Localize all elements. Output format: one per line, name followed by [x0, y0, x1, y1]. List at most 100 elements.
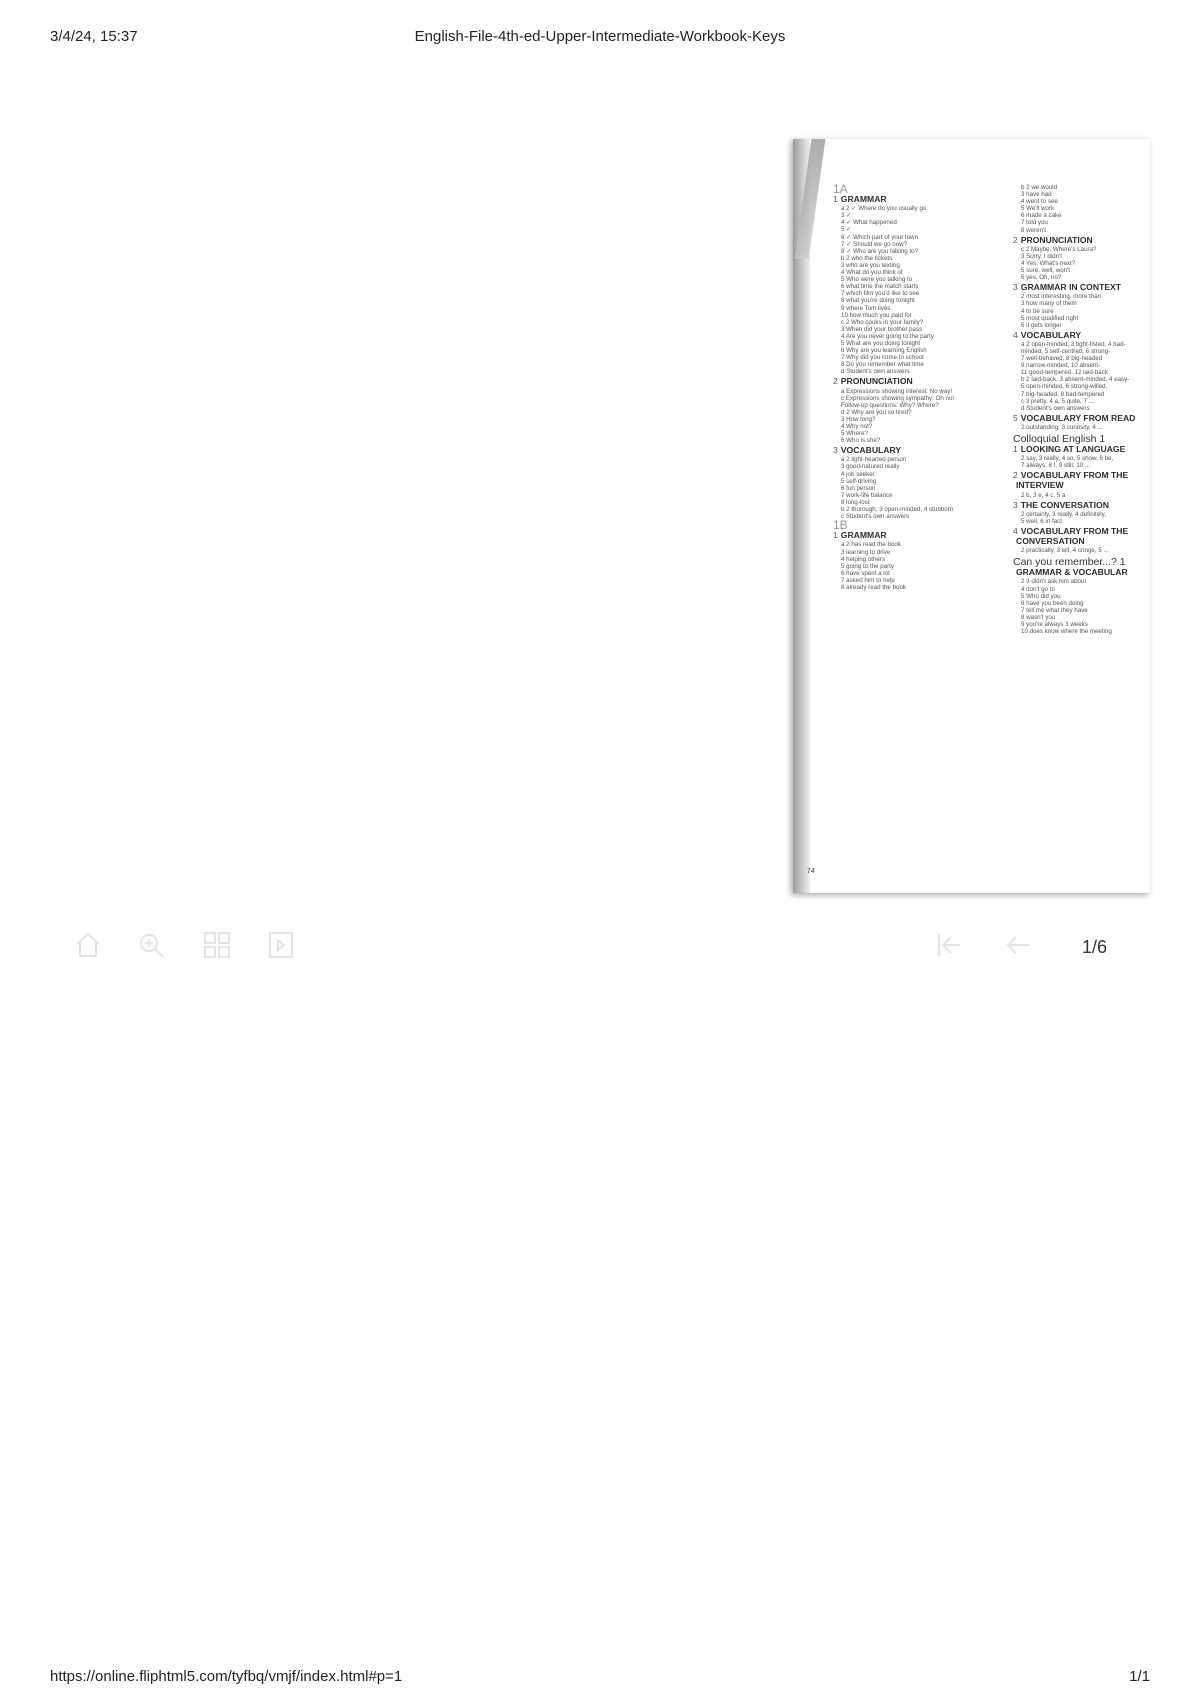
answer-line: 5 Who were you talking to — [841, 276, 913, 284]
first-page-icon[interactable] — [934, 930, 964, 960]
answer-line: 2 outstanding, 3 curiosity, 4 ... — [1021, 423, 1103, 431]
answer-line: 4 ✓ What happened — [841, 219, 897, 227]
answer-line: 4 don't go to — [1021, 585, 1055, 593]
answer-line: 6 have spent a lot — [841, 569, 890, 577]
unit-heading: 1B — [833, 518, 848, 533]
answer-line: 5 sure, well, won't — [1021, 267, 1070, 275]
section-heading: 3 GRAMMAR IN CONTEXT — [1013, 282, 1150, 293]
section-number: 2 — [1013, 234, 1018, 245]
answer-line: 2 most interesting, more than — [1021, 293, 1102, 301]
answer-line: 11 good-tempered, 12 laid-back — [1021, 369, 1108, 377]
answer-line: a Expressions showing interest: No way! — [841, 387, 953, 395]
answer-line: a 2 light-hearted person — [841, 456, 907, 464]
answer-line: b 2 thorough, 3 open-minded, 4 stubborn — [841, 506, 954, 514]
answer-line: 5 What are you doing tonight — [841, 339, 921, 347]
play-icon[interactable] — [266, 930, 296, 960]
answer-line: 3 learning to drive — [841, 548, 891, 556]
section-title: VOCABULARY FROM READ — [1020, 412, 1136, 423]
answer-line: 6 fun person — [841, 484, 876, 492]
answer-line: a 2 has read the book — [841, 541, 901, 549]
answer-line: d 2 Why are you so tired? — [841, 408, 912, 416]
left-column: 1A 1 GRAMMAR a 2 ✓ Where do you usually go 3… — [833, 182, 1013, 591]
section-title: GRAMMAR IN CONTEXT — [1020, 282, 1122, 293]
section-title: INTERVIEW — [1016, 480, 1064, 491]
answer-line: 8 Do you remember what time — [841, 361, 924, 369]
print-page-count: 1/1 — [1129, 1668, 1150, 1685]
answer-line: 6 made a cake — [1021, 212, 1062, 220]
answer-line: 7 well-behaved, 8 big-headed — [1021, 355, 1103, 363]
section-heading: 1 LOOKING AT LANGUAGE — [1013, 444, 1150, 455]
section-title: VOCABULARY — [1020, 329, 1082, 340]
answer-line: 3 good-natured really — [841, 463, 900, 471]
viewer-toolbar: 1/6 — [0, 920, 1200, 970]
answer-line: 2 certainly, 3 really, 4 definitely, — [1021, 510, 1106, 518]
section-title: LOOKING AT LANGUAGE — [1020, 444, 1126, 455]
book-page-thumbnail[interactable]: 1A 1 GRAMMAR a 2 ✓ Where do you usually go 3… — [793, 139, 1150, 893]
section-number: 4 — [1013, 525, 1018, 536]
answer-line: 3 how many of them — [1021, 300, 1077, 308]
answer-line: 8 what you're doing tonight — [841, 297, 915, 305]
answer-line: 6 Why are you learning English — [841, 347, 927, 355]
answer-line: 4 What do you think of — [841, 269, 903, 277]
right-column: b 2 we would 3 have had 4 went to see 5 We'… — [1013, 184, 1150, 635]
answer-line: 5 Who did you — [1021, 592, 1061, 600]
answer-line: 8 wasn't you — [1021, 613, 1056, 621]
answer-line: 3 have had — [1021, 191, 1052, 199]
answer-line: b 2 laid-back, 3 absent-minded, 4 easy- — [1021, 376, 1130, 384]
answer-line: 2 practically, 3 wit, 4 cringe, 5 ... — [1021, 547, 1109, 555]
answer-line: 10 does know where the meeting — [1021, 628, 1112, 636]
section-heading: 4 VOCABULARY FROM THE — [1013, 525, 1150, 536]
section-title: VOCABULARY — [840, 445, 902, 456]
section-number: 1 — [833, 194, 838, 205]
answer-line: 4 job seeker — [841, 470, 875, 478]
answer-line: 6 ✓ Which part of your town — [841, 233, 919, 241]
section-heading: 4 VOCABULARY — [1013, 329, 1150, 340]
answer-line: c Expressions showing sympathy: Oh no! — [841, 394, 955, 402]
answer-line: c 2 Who cooks in your family? — [841, 318, 924, 326]
part-heading: Can you remember...? 1 — [1013, 556, 1126, 569]
answer-line: 7 asked him to help — [841, 576, 895, 584]
grid-icon[interactable] — [202, 930, 232, 960]
answer-line: 10 how much you paid for — [841, 311, 912, 319]
zoom-in-icon[interactable] — [136, 930, 166, 960]
answer-line: 5 self-driving — [841, 477, 877, 485]
document-title: English-File-4th-ed-Upper-Intermediate-W… — [414, 28, 786, 45]
answer-line: 4 to be sure — [1021, 307, 1054, 315]
page-url: https://online.fliphtml5.com/tyfbq/vmjf/… — [50, 1668, 403, 1685]
answer-line: 6 Who is she? — [841, 437, 881, 445]
answer-line: Follow-up questions: Why? Where? — [841, 401, 939, 409]
answer-line: 7 Why did you come to school — [841, 354, 924, 362]
section-number: 3 — [1013, 282, 1018, 293]
section-number: 4 — [1013, 329, 1018, 340]
answer-line: 3 ✓ — [841, 212, 852, 220]
answer-line: 2 b, 3 e, 4 c, 5 a — [1021, 491, 1066, 499]
section-title: CONVERSATION — [1016, 536, 1085, 547]
answer-line: 6 what time the match starts — [841, 283, 919, 291]
answer-line: 5 We'll work — [1021, 205, 1055, 213]
section-title: PRONUNCIATION — [1020, 234, 1093, 245]
answer-line: 7 always, 8 I, 9 still, 10 ... — [1021, 462, 1091, 470]
answer-line: 7 ✓ Should we go now? — [841, 240, 908, 248]
previous-page-icon[interactable] — [1003, 930, 1033, 960]
section-heading: GRAMMAR & VOCABULAR — [1013, 568, 1150, 577]
section-number: 3 — [1013, 499, 1018, 510]
section-number: 1 — [1013, 444, 1018, 455]
answer-line: 8 long-lost — [841, 498, 870, 506]
section-heading: 1 GRAMMAR — [833, 531, 1013, 540]
section-heading: INTERVIEW — [1013, 480, 1150, 491]
answer-line: 5 open-minded, 6 strong-willed, — [1021, 383, 1108, 391]
answer-line: a 2 open-minded, 3 tight-fisted, 4 bad- — [1021, 340, 1126, 348]
unit-heading: 1A — [833, 182, 848, 196]
answer-line: 2 say, 3 really, 4 so, 5 show, 6 be, — [1021, 455, 1114, 463]
answer-line: c 2 Maybe, Where's Laura? — [1021, 245, 1097, 253]
answer-line: 9 where Tom lives — [841, 304, 891, 312]
answer-line: 3 who are you texting — [841, 261, 900, 269]
answer-line: 5 Where? — [841, 430, 868, 438]
answer-line: c Student's own answers — [841, 513, 910, 521]
answer-line: 7 work-life balance — [841, 491, 893, 499]
home-icon[interactable] — [73, 930, 103, 960]
answer-line: 5 going to the party — [841, 562, 894, 570]
section-title: THE CONVERSATION — [1020, 499, 1109, 510]
answer-line: 4 Yes, What's next? — [1021, 259, 1076, 267]
answer-line: 8 already read the book — [841, 583, 907, 591]
